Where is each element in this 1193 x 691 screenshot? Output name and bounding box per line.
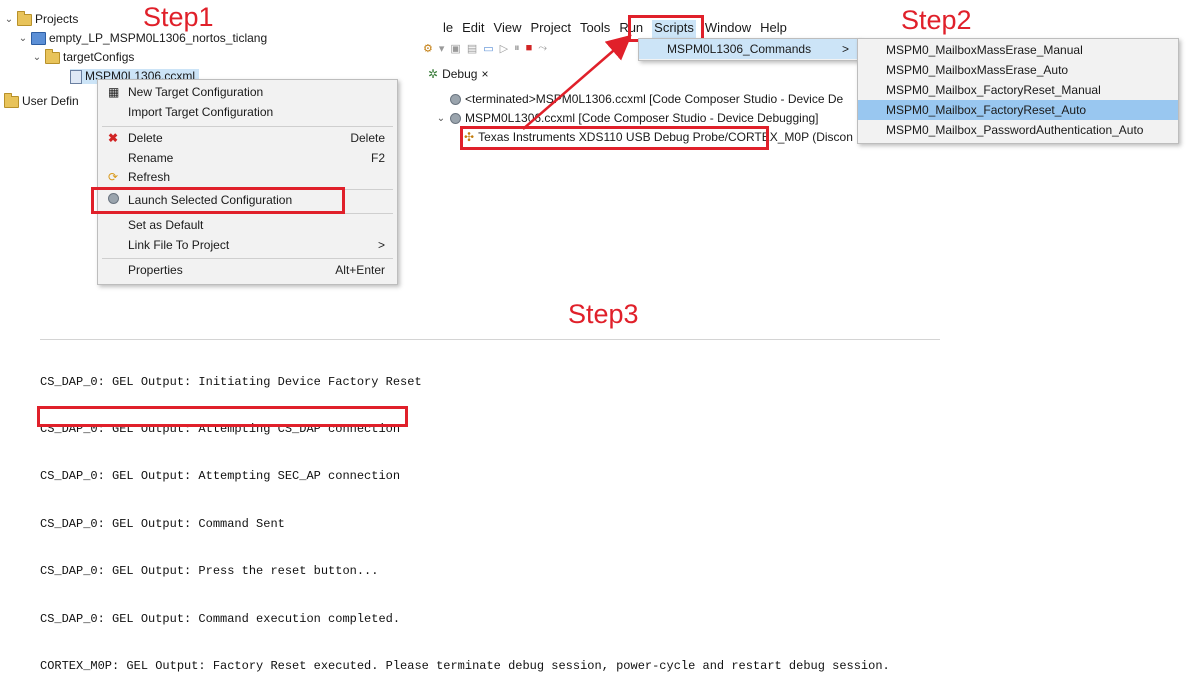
console-line: CS_DAP_0: GEL Output: Press the reset bu… — [40, 564, 379, 579]
screenshot-root: { "steps": { "step1": "Step1", "step2": … — [0, 0, 1193, 673]
console-output: CS_DAP_0: GEL Output: Initiating Device … — [40, 343, 890, 691]
console-line: CS_DAP_0: GEL Output: Attempting SEC_AP … — [40, 469, 401, 484]
console-line: CORTEX_M0P: GEL Output: Factory Reset ex… — [40, 658, 890, 673]
console-line: CS_DAP_0: GEL Output: Command Sent — [40, 516, 285, 531]
console-line: CS_DAP_0: GEL Output: Command execution … — [40, 611, 401, 626]
console-divider — [40, 339, 940, 340]
console-line: CS_DAP_0: GEL Output: Initiating Device … — [40, 374, 422, 389]
highlight-press-reset — [37, 406, 408, 427]
